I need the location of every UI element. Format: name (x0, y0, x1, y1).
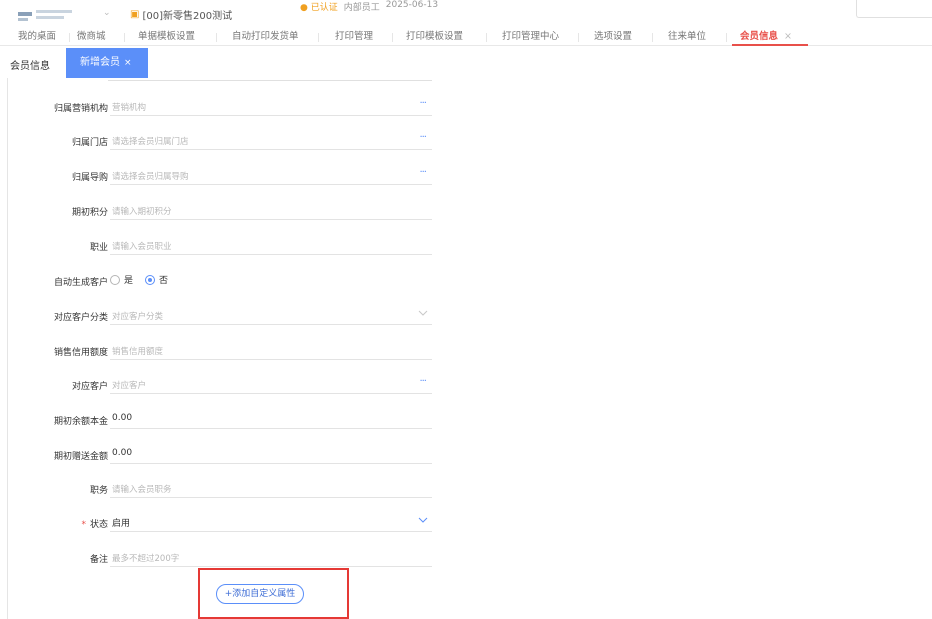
close-icon[interactable]: × (124, 58, 132, 68)
add-custom-attribute-button[interactable]: +添加自定义属性 (216, 584, 304, 604)
occupation-input[interactable]: 请输入会员职业 (110, 235, 432, 255)
form-row-initial-points: 期初积分 请输入期初积分 (0, 200, 440, 220)
tab-doc-template[interactable]: 单据模板设置 (138, 28, 195, 46)
tab-options[interactable]: 选项设置 (594, 28, 632, 46)
subtab-member-info[interactable]: 会员信息 (10, 57, 50, 72)
form-row-position: 职务 请输入会员职务 (0, 478, 440, 498)
date-label: 2025-06-13 (385, 0, 439, 10)
auth-status: ● 已认证 (300, 3, 338, 13)
field-label: 自动生成客户 (53, 278, 108, 288)
field-label: 职务 (89, 486, 108, 496)
top-header: ⌄ ▣ [00]新零售200测试 ● 已认证 内部员工 2025-06-13 (0, 0, 932, 28)
more-icon[interactable]: ··· (419, 132, 426, 143)
divider (108, 80, 432, 81)
field-label: * 状态 (81, 520, 108, 530)
radio-yes[interactable]: 是 (110, 273, 133, 286)
position-input[interactable]: 请输入会员职务 (110, 478, 432, 498)
tab-print-manage[interactable]: 打印管理 (335, 28, 373, 46)
field-label: 归属门店 (71, 138, 108, 148)
tab-print-template[interactable]: 打印模板设置 (406, 28, 463, 46)
more-icon[interactable]: ··· (419, 98, 426, 109)
form-row-occupation: 职业 请输入会员职业 (0, 235, 440, 255)
status-select[interactable]: 启用 (110, 512, 432, 532)
main-tab-bar: 我的桌面 微商城 单据模板设置 自动打印发货单 打印管理 打印模板设置 打印管理… (0, 28, 932, 46)
customer-field[interactable]: 对应客户 ··· (110, 374, 432, 394)
account-status: ● 已认证 内部员工 2025-06-13 (300, 0, 438, 13)
field-label: 对应客户 (71, 382, 108, 392)
initial-points-input[interactable]: 请输入期初积分 (110, 200, 432, 220)
form-row-store: 归属门店 请选择会员归属门店 ··· (0, 130, 440, 150)
tab-print-center[interactable]: 打印管理中心 (502, 28, 559, 46)
search-input[interactable] (856, 0, 932, 18)
close-icon[interactable]: × (784, 31, 792, 42)
form-row-status: * 状态 启用 (0, 512, 440, 532)
guide-field[interactable]: 请选择会员归属导购 ··· (110, 165, 432, 185)
auto-customer-radio-group: 是 否 (110, 273, 168, 286)
company-selector[interactable]: ▣ [00]新零售200测试 (130, 7, 232, 22)
tab-partners[interactable]: 往来单位 (668, 28, 706, 46)
field-label: 归属导购 (71, 173, 108, 183)
marketing-org-field[interactable]: 营销机构 ··· (110, 96, 432, 116)
initial-gift-input[interactable]: 0.00 (110, 444, 432, 464)
field-label: 备注 (89, 555, 108, 565)
chevron-down-icon[interactable] (418, 309, 428, 317)
remark-input[interactable]: 最多不超过200字 (110, 547, 432, 567)
radio-circle[interactable] (110, 274, 120, 285)
subtab-new-member[interactable]: 新增会员 × (66, 48, 148, 78)
more-icon[interactable]: ··· (419, 167, 426, 178)
field-label: 期初积分 (71, 208, 108, 218)
tab-micro-mall[interactable]: 微商城 (77, 28, 106, 46)
form-row-customer: 对应客户 对应客户 ··· (0, 374, 440, 394)
initial-balance-input[interactable]: 0.00 (110, 409, 432, 429)
app-logo (18, 8, 78, 22)
chevron-down-icon[interactable] (418, 516, 428, 524)
form-row-initial-balance: 期初余额本金 0.00 (0, 409, 440, 429)
edition-label: 内部员工 (343, 3, 380, 13)
field-label: 销售信用额度 (53, 348, 108, 358)
form-row-remark: 备注 最多不超过200字 (0, 547, 440, 567)
form-row-initial-gift: 期初赠送金额 0.00 (0, 444, 440, 464)
radio-no[interactable]: 否 (145, 273, 168, 286)
building-icon: ▣ (130, 9, 140, 20)
customer-category-select[interactable]: 对应客户分类 (110, 305, 432, 325)
more-icon[interactable]: ··· (419, 376, 426, 387)
store-field[interactable]: 请选择会员归属门店 ··· (110, 130, 432, 150)
field-label: 职业 (89, 243, 108, 253)
radio-circle-selected[interactable] (145, 274, 156, 285)
form-row-credit-limit: 销售信用额度 销售信用额度 (0, 340, 440, 360)
form-row-guide: 归属导购 请选择会员归属导购 ··· (0, 165, 440, 185)
chevron-down-icon[interactable]: ⌄ (103, 8, 111, 18)
company-name: [00]新零售200测试 (142, 11, 233, 22)
field-label: 期初赠送金额 (53, 452, 108, 462)
field-label: 归属营销机构 (53, 104, 108, 114)
field-label: 对应客户分类 (53, 313, 108, 323)
required-mark: * (81, 520, 86, 530)
credit-limit-input[interactable]: 销售信用额度 (110, 340, 432, 360)
form-row-marketing-org: 归属营销机构 营销机构 ··· (0, 96, 440, 116)
tab-desktop[interactable]: 我的桌面 (18, 28, 56, 46)
form-row-customer-category: 对应客户分类 对应客户分类 (0, 305, 440, 325)
tab-auto-print[interactable]: 自动打印发货单 (232, 28, 299, 46)
form-row-auto-customer: 自动生成客户 是 否 (0, 270, 440, 290)
sub-tab-bar: 会员信息 新增会员 × (0, 48, 932, 78)
active-tab-indicator (732, 44, 808, 46)
field-label: 期初余额本金 (53, 417, 108, 427)
